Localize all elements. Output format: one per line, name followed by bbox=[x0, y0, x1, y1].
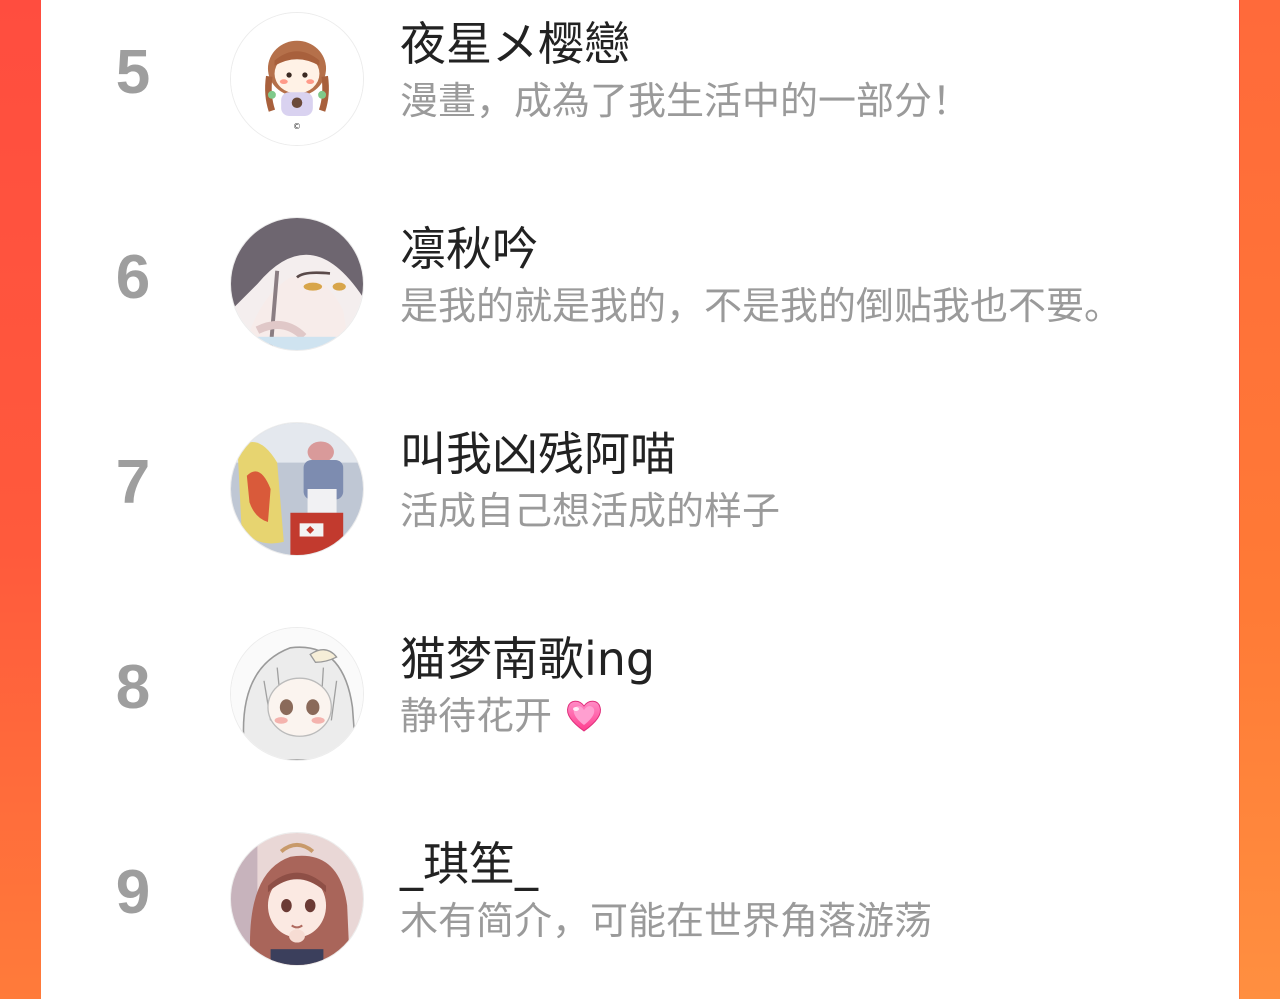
svg-text:©: © bbox=[293, 122, 301, 131]
user-name[interactable]: 夜星メ樱戀 bbox=[400, 16, 630, 72]
list-item[interactable]: 5 © 夜星メ樱戀 漫畫，成為了我生活中的一部分！ bbox=[41, 0, 1239, 160]
rank-number: 7 bbox=[115, 448, 151, 517]
avatar[interactable] bbox=[230, 422, 364, 556]
rank-number: 6 bbox=[115, 243, 151, 312]
rank-number: 9 bbox=[115, 858, 151, 927]
avatar[interactable] bbox=[230, 627, 364, 761]
avatar[interactable] bbox=[230, 217, 364, 351]
rank-number: 8 bbox=[115, 653, 151, 722]
avatar[interactable] bbox=[230, 832, 364, 966]
brown-hair-anime-avatar-icon bbox=[231, 833, 363, 965]
chibi-girl-avatar-icon: © bbox=[231, 13, 363, 145]
user-bio: 活成自己想活成的样子 bbox=[400, 489, 781, 533]
ranking-list: 5 © 夜星メ樱戀 漫畫，成為了我生活中的一部分！ 6 凛秋吟 是我的就是我的，… bbox=[41, 0, 1239, 999]
user-bio: 是我的就是我的，不是我的倒贴我也不要。 bbox=[400, 284, 1123, 328]
avatar[interactable]: © bbox=[230, 12, 364, 146]
user-name[interactable]: _琪笙_ bbox=[400, 836, 538, 892]
list-item[interactable]: 7 叫我凶残阿喵 活成自己想活成的样子 bbox=[41, 410, 1239, 570]
list-item[interactable]: 6 凛秋吟 是我的就是我的，不是我的倒贴我也不要。 bbox=[41, 205, 1239, 365]
user-bio: 漫畫，成為了我生活中的一部分！ bbox=[400, 79, 971, 123]
user-name[interactable]: 凛秋吟 bbox=[400, 221, 538, 277]
user-name[interactable]: 猫梦南歌ing bbox=[400, 631, 655, 687]
user-bio: 静待花开 bbox=[400, 691, 604, 741]
white-hair-anime-avatar-icon bbox=[231, 628, 363, 760]
anime-girl-sketch-avatar-icon bbox=[231, 218, 363, 350]
cosplay-photo-avatar-icon bbox=[231, 423, 363, 555]
rank-number: 5 bbox=[115, 38, 151, 107]
user-bio-text: 静待花开 bbox=[400, 694, 553, 738]
list-item[interactable]: 8 猫梦南歌ing 静待花开 bbox=[41, 615, 1239, 775]
list-item[interactable]: 9 _琪笙_ 木有简介，可能在世界角落游荡 bbox=[41, 820, 1239, 980]
sparkling-heart-icon bbox=[567, 700, 602, 732]
user-name[interactable]: 叫我凶残阿喵 bbox=[400, 426, 676, 482]
background-edge bbox=[1240, 0, 1280, 999]
user-bio: 木有简介，可能在世界角落游荡 bbox=[400, 899, 933, 943]
